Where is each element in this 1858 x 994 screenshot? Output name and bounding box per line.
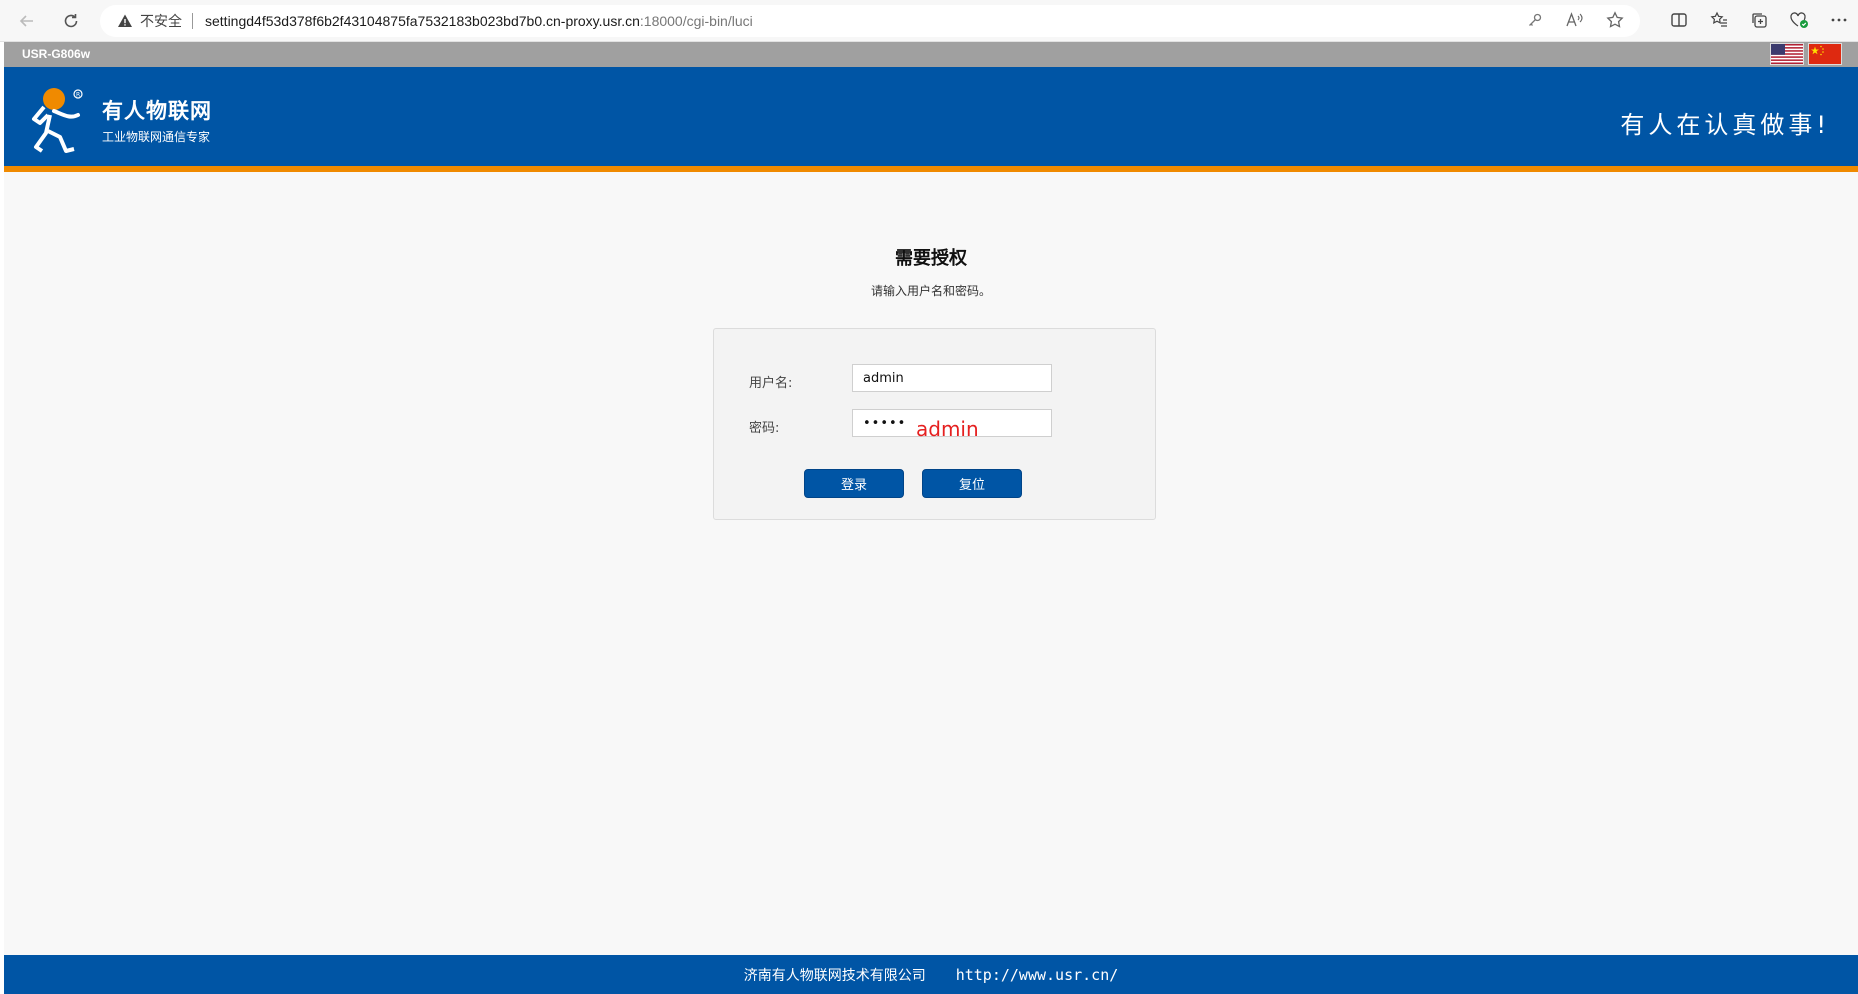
auth-description: 请输入用户名和密码。 — [870, 284, 991, 298]
address-divider — [192, 13, 193, 29]
browser-tools — [1668, 9, 1850, 31]
router-page: USR-G806w R 有人物联网 工业物联网通信专家 有人在认真做事! 需要授… — [4, 42, 1858, 994]
browser-toolbar: 不安全 settingd4f53d378f6b2f43104875fa75321… — [0, 0, 1858, 42]
brand-subtitle: 工业物联网通信专家 — [102, 130, 211, 144]
footer-url-link[interactable]: http://www.usr.cn/ — [956, 966, 1119, 984]
password-label: 密码: — [749, 421, 780, 436]
chinese-flag-icon[interactable] — [1808, 43, 1842, 65]
model-name: USR-G806w — [22, 47, 91, 61]
brand-name: 有人物联网 — [102, 99, 212, 123]
username-input[interactable] — [852, 364, 1052, 392]
english-flag-icon[interactable] — [1770, 43, 1804, 65]
auth-title: 需要授权 — [895, 248, 967, 269]
address-icons — [1524, 9, 1626, 31]
favorites-list-icon[interactable] — [1708, 9, 1730, 31]
security-label[interactable]: 不安全 — [140, 11, 182, 31]
collections-icon[interactable] — [1748, 9, 1770, 31]
url-host: settingd4f53d378f6b2f43104875fa7532183b0… — [205, 13, 640, 29]
reset-button[interactable]: 复位 — [922, 469, 1022, 498]
browser-essentials-icon[interactable] — [1788, 9, 1810, 31]
split-screen-icon[interactable] — [1668, 9, 1690, 31]
model-strip: USR-G806w — [4, 42, 1858, 67]
warning-icon — [116, 12, 134, 30]
password-hint-annotation: admin — [916, 417, 979, 441]
language-switch — [1770, 43, 1842, 65]
footer-company: 济南有人物联网技术有限公司 — [743, 967, 926, 984]
more-icon[interactable] — [1828, 9, 1850, 31]
svg-text:R: R — [76, 92, 80, 99]
reload-icon[interactable] — [58, 8, 84, 34]
username-label: 用户名: — [749, 376, 793, 391]
usr-logo-icon: R — [26, 85, 90, 155]
url-path: :18000/cgi-bin/luci — [639, 13, 753, 29]
key-icon[interactable] — [1524, 9, 1546, 31]
page-footer: 济南有人物联网技术有限公司 http://www.usr.cn/ — [4, 955, 1858, 994]
favorite-star-icon[interactable] — [1604, 9, 1626, 31]
login-form: 用户名: 密码: admin 登录 复位 — [713, 328, 1156, 520]
read-aloud-icon[interactable] — [1564, 9, 1586, 31]
brand-header: R 有人物联网 工业物联网通信专家 有人在认真做事! — [4, 67, 1858, 172]
back-icon[interactable] — [14, 8, 40, 34]
login-button[interactable]: 登录 — [804, 469, 904, 498]
slogan: 有人在认真做事! — [1620, 111, 1830, 139]
address-bar[interactable]: 不安全 settingd4f53d378f6b2f43104875fa75321… — [100, 5, 1640, 37]
